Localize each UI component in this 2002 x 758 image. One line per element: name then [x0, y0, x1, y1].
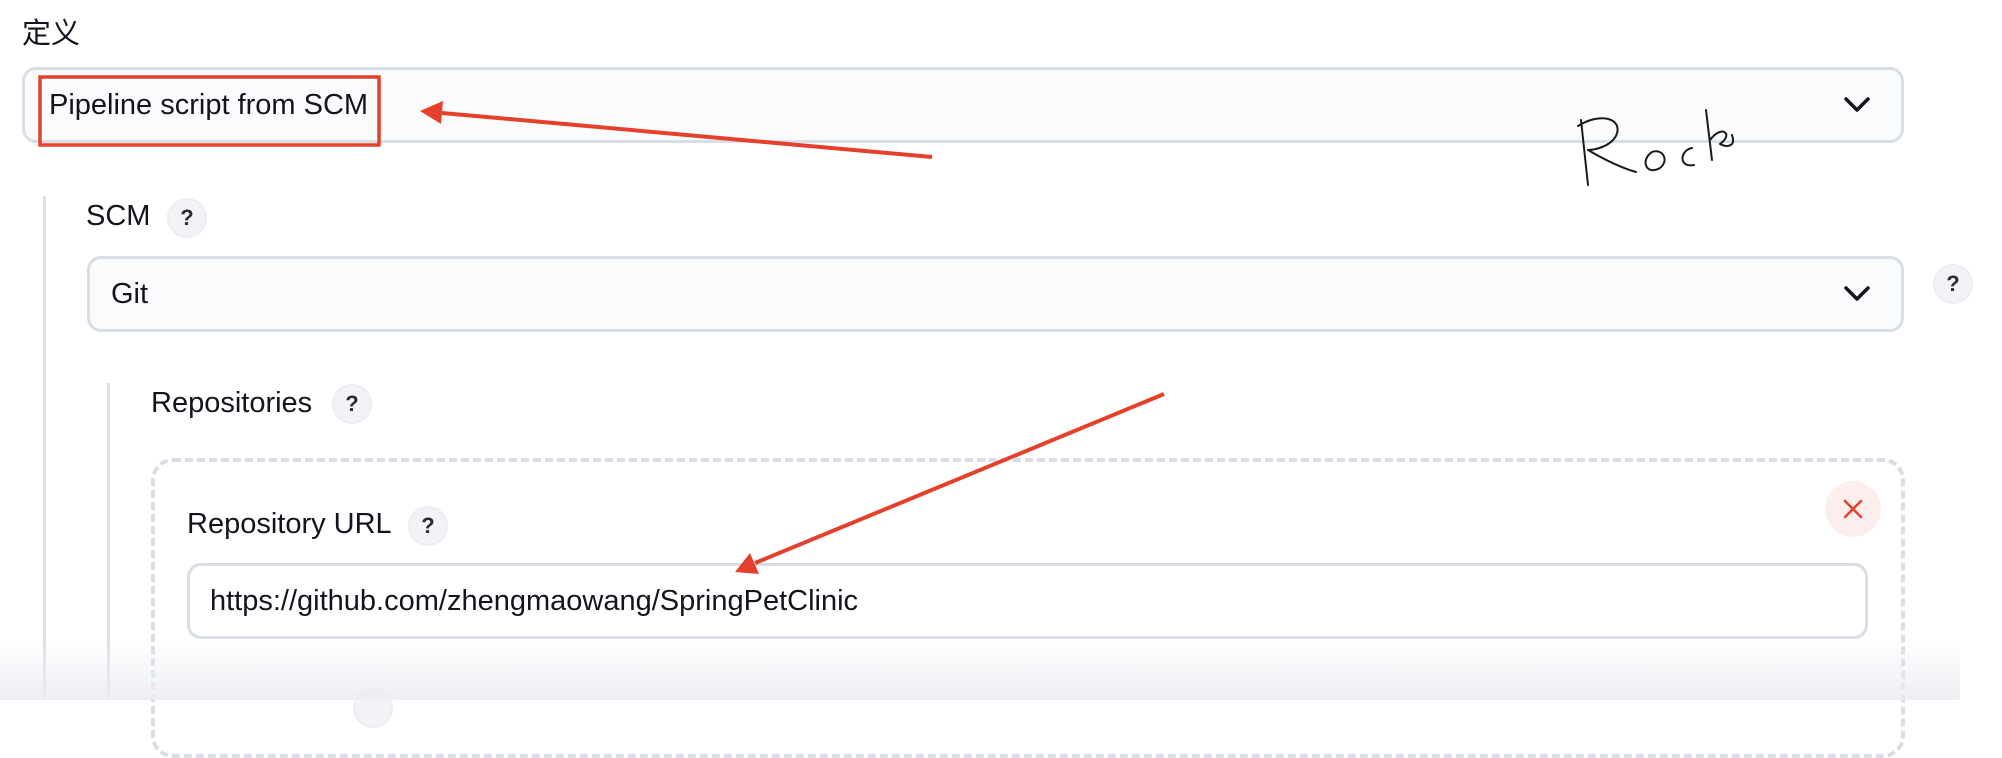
- annotation-overlay: [38, 75, 1734, 574]
- arrow-to-repository-url: [754, 392, 1165, 565]
- arrow-to-definition: [441, 111, 933, 159]
- handwritten-signature: [1577, 109, 1734, 186]
- arrow-head-definition: [420, 101, 443, 124]
- highlight-box: [38, 75, 381, 147]
